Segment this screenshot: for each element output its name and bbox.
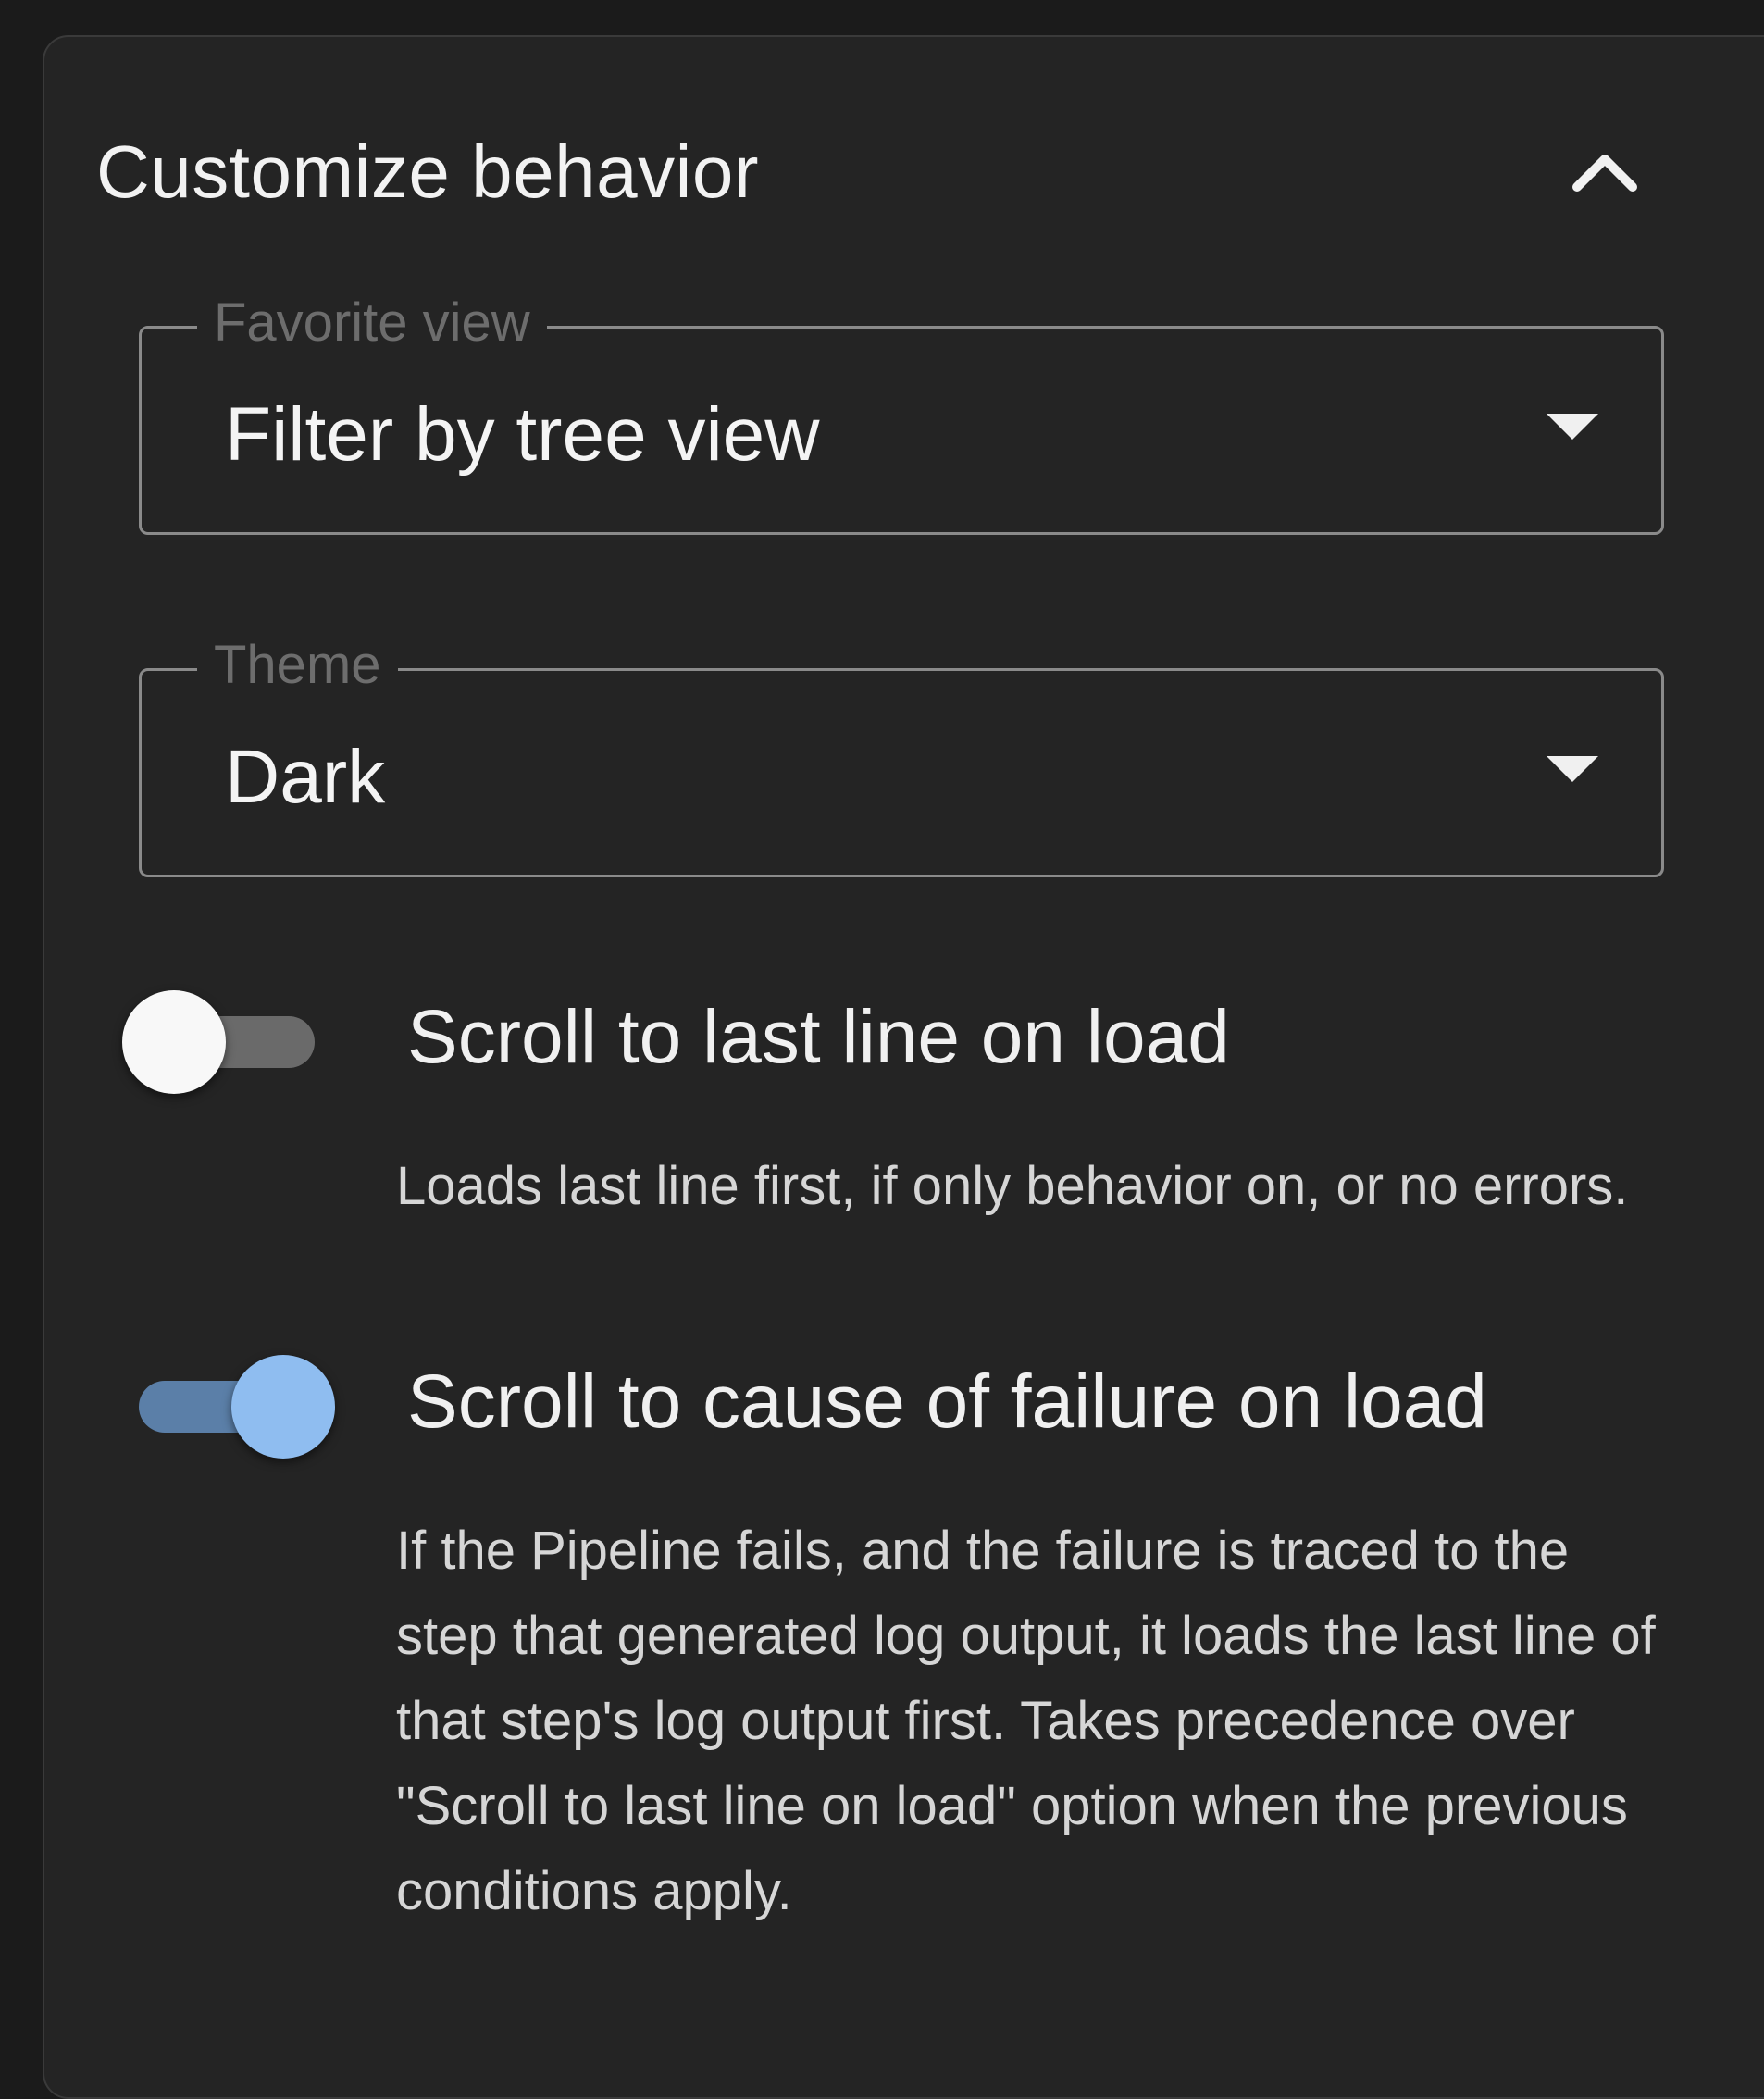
switch-thumb [231, 1355, 335, 1459]
scroll-failure-description: If the Pipeline fails, and the failure i… [396, 1521, 1656, 1921]
collapse-button[interactable] [1540, 120, 1670, 222]
theme-select[interactable]: Theme Dark [139, 634, 1664, 877]
scroll-failure-switch[interactable] [120, 1346, 335, 1459]
scroll-last-line-switch[interactable] [120, 981, 324, 1094]
dropdown-arrow-icon [1547, 414, 1598, 440]
panel-title: Customize behavior [96, 130, 759, 213]
scroll-failure-label: Scroll to cause of failure on load [407, 1360, 1487, 1444]
favorite-view-value: Filter by tree view [225, 392, 820, 477]
theme-label: Theme [197, 634, 398, 696]
panel-header[interactable]: Customize behavior [96, 120, 1670, 222]
favorite-view-select[interactable]: Favorite view Filter by tree view [139, 292, 1664, 535]
theme-value: Dark [225, 735, 386, 819]
switch-thumb [122, 990, 226, 1094]
dropdown-arrow-icon [1547, 756, 1598, 782]
scroll-last-line-description: Loads last line first, if only behavior … [396, 1156, 1629, 1216]
chevron-up-icon [1572, 155, 1637, 192]
scroll-last-line-label: Scroll to last line on load [407, 995, 1230, 1079]
favorite-view-label: Favorite view [197, 292, 547, 354]
